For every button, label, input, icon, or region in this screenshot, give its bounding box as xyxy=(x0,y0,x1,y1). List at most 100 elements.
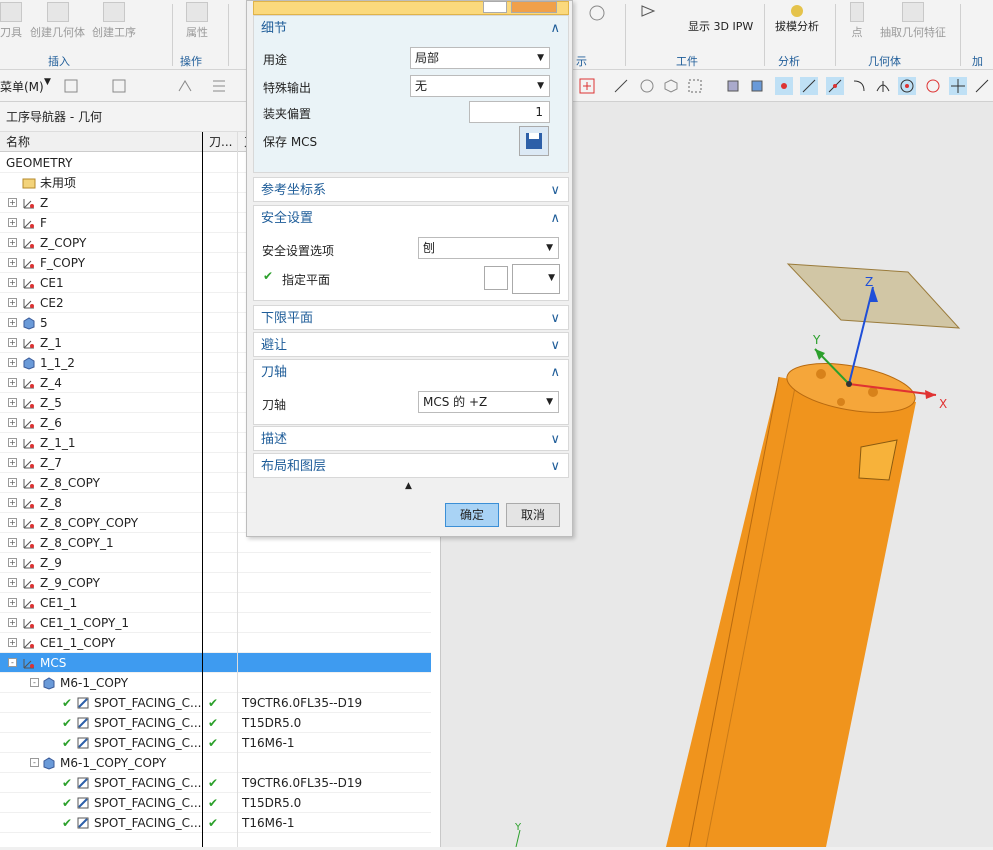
tree-row[interactable]: + Z_9_COPY xyxy=(0,573,431,593)
cube-solid-icon[interactable] xyxy=(748,77,766,95)
expander-icon[interactable]: + xyxy=(8,358,17,367)
expander-icon[interactable]: - xyxy=(8,658,17,667)
expander-icon[interactable]: + xyxy=(8,238,17,247)
line-icon[interactable] xyxy=(800,77,818,95)
snap-line-icon[interactable] xyxy=(612,77,630,95)
tree-row[interactable]: + Z_9 xyxy=(0,553,431,573)
tree-row[interactable]: - MCS xyxy=(0,653,431,673)
expander-icon[interactable]: - xyxy=(30,758,39,767)
expander-icon[interactable]: + xyxy=(8,638,17,647)
expander-icon[interactable]: + xyxy=(8,338,17,347)
snap-hex-icon[interactable] xyxy=(662,77,680,95)
fixture-offset-input[interactable]: 1 xyxy=(469,101,550,123)
expander-icon[interactable]: + xyxy=(8,378,17,387)
expander-icon[interactable]: + xyxy=(8,518,17,527)
filter2-icon[interactable] xyxy=(110,77,128,95)
csys-dropdown-icon[interactable] xyxy=(511,1,557,13)
tree-row[interactable]: + CE1_1 xyxy=(0,593,431,613)
draft-analysis-button[interactable]: 拔模分析 xyxy=(775,4,819,34)
operation-row[interactable]: ✔ SPOT_FACING_C... ✔ T16M6-1 xyxy=(0,813,431,833)
expander-icon[interactable]: - xyxy=(30,678,39,687)
cube-icon[interactable] xyxy=(724,77,742,95)
expander-icon[interactable]: + xyxy=(8,598,17,607)
expander-icon[interactable]: + xyxy=(8,218,17,227)
plane-dialog-icon[interactable] xyxy=(484,266,508,290)
filter-icon[interactable] xyxy=(62,77,80,95)
expander-icon[interactable]: + xyxy=(8,278,17,287)
expander-icon[interactable]: + xyxy=(8,438,17,447)
expander-icon[interactable]: + xyxy=(8,298,17,307)
safety-header[interactable]: 安全设置 ∧ xyxy=(254,206,568,231)
details-header[interactable]: 细节 ∧ xyxy=(254,16,568,41)
show-3d-ipw-button[interactable]: 显示 3D IPW xyxy=(688,4,753,34)
expander-icon[interactable]: + xyxy=(8,558,17,567)
circle-tool-button[interactable] xyxy=(588,4,606,22)
tree-row[interactable]: + CE1_1_COPY_1 xyxy=(0,613,431,633)
create-operation-button[interactable]: 创建工序 xyxy=(92,2,136,40)
tree-row[interactable]: - M6-1_COPY_COPY xyxy=(0,753,431,773)
arc-icon[interactable] xyxy=(850,77,868,95)
special-output-select[interactable]: 无 ▼ xyxy=(410,75,550,97)
expander-icon[interactable]: + xyxy=(8,318,17,327)
tree-row[interactable]: + CE1_1_COPY xyxy=(0,633,431,653)
row-name: F xyxy=(40,216,47,230)
csys-dialog-icon[interactable] xyxy=(483,1,507,13)
expander-icon[interactable]: + xyxy=(8,398,17,407)
collapse-arrow-icon[interactable]: ▲ xyxy=(405,481,412,491)
description-section[interactable]: 描述 ∨ xyxy=(253,426,569,451)
order-icon[interactable] xyxy=(176,77,194,95)
expander-icon[interactable]: + xyxy=(8,498,17,507)
ok-button[interactable]: 确定 xyxy=(445,503,499,527)
sort-icon[interactable] xyxy=(210,77,228,95)
quadrant-icon[interactable] xyxy=(924,77,942,95)
expander-icon[interactable]: + xyxy=(8,578,17,587)
create-geometry-button[interactable]: 创建几何体 xyxy=(30,2,85,40)
save-mcs-button[interactable] xyxy=(519,126,549,156)
flag-button[interactable] xyxy=(640,4,658,18)
crosshair-icon[interactable] xyxy=(949,77,967,95)
snap-add-icon[interactable] xyxy=(578,77,596,95)
tool-axis-select[interactable]: MCS 的 +Z ▼ xyxy=(418,391,559,413)
properties-button[interactable]: 属性 xyxy=(186,2,208,40)
row-name: Z_8_COPY_COPY xyxy=(40,516,139,530)
chevron-down-icon: ∨ xyxy=(550,183,560,198)
menu-button[interactable]: 菜单(M) xyxy=(0,78,44,95)
tangent-icon[interactable] xyxy=(973,77,991,95)
point-button[interactable]: 点 xyxy=(850,2,864,40)
column-header-tool-status[interactable]: 刀... xyxy=(203,132,237,152)
expander-icon[interactable]: + xyxy=(8,538,17,547)
safety-option-select[interactable]: 刨 ▼ xyxy=(418,237,559,259)
plane-type-select[interactable]: ▼ xyxy=(512,264,560,294)
cancel-button[interactable]: 取消 xyxy=(506,503,560,527)
operation-row[interactable]: ✔ SPOT_FACING_C... ✔ T15DR5.0 xyxy=(0,793,431,813)
intersection-icon[interactable] xyxy=(874,77,892,95)
hole-feature xyxy=(868,387,878,397)
operation-row[interactable]: ✔ SPOT_FACING_C... ✔ T15DR5.0 xyxy=(0,713,431,733)
multi-point-icon[interactable] xyxy=(775,77,793,95)
ref-csys-section[interactable]: 参考坐标系 ∨ xyxy=(253,177,569,202)
lower-plane-section[interactable]: 下限平面 ∨ xyxy=(253,305,569,330)
purpose-select[interactable]: 局部 ▼ xyxy=(410,47,550,69)
mid-point-icon[interactable] xyxy=(826,77,844,95)
avoidance-section[interactable]: 避让 ∨ xyxy=(253,332,569,357)
tool-button[interactable]: 刀具 xyxy=(0,2,22,40)
expander-icon[interactable]: + xyxy=(8,258,17,267)
tree-row[interactable]: - M6-1_COPY xyxy=(0,673,431,693)
extract-geometry-button[interactable]: 抽取几何特征 xyxy=(880,2,946,40)
expander-icon[interactable]: + xyxy=(8,618,17,627)
expander-icon[interactable]: + xyxy=(8,198,17,207)
operation-row[interactable]: ✔ SPOT_FACING_C... ✔ T9CTR6.0FL35--D19 xyxy=(0,773,431,793)
tool-axis-header[interactable]: 刀轴 ∧ xyxy=(254,360,568,385)
layout-section[interactable]: 布局和图层 ∨ xyxy=(253,453,569,478)
column-header-name[interactable]: 名称 xyxy=(0,132,202,152)
expander-icon[interactable]: + xyxy=(8,418,17,427)
snap-circle-icon[interactable] xyxy=(638,77,656,95)
row-name: Z_1 xyxy=(40,336,62,350)
expander-icon[interactable]: + xyxy=(8,478,17,487)
select-box-icon[interactable] xyxy=(686,77,704,95)
row-name: Z_9_COPY xyxy=(40,576,100,590)
operation-row[interactable]: ✔ SPOT_FACING_C... ✔ T16M6-1 xyxy=(0,733,431,753)
operation-row[interactable]: ✔ SPOT_FACING_C... ✔ T9CTR6.0FL35--D19 xyxy=(0,693,431,713)
expander-icon[interactable]: + xyxy=(8,458,17,467)
center-icon[interactable] xyxy=(898,77,916,95)
